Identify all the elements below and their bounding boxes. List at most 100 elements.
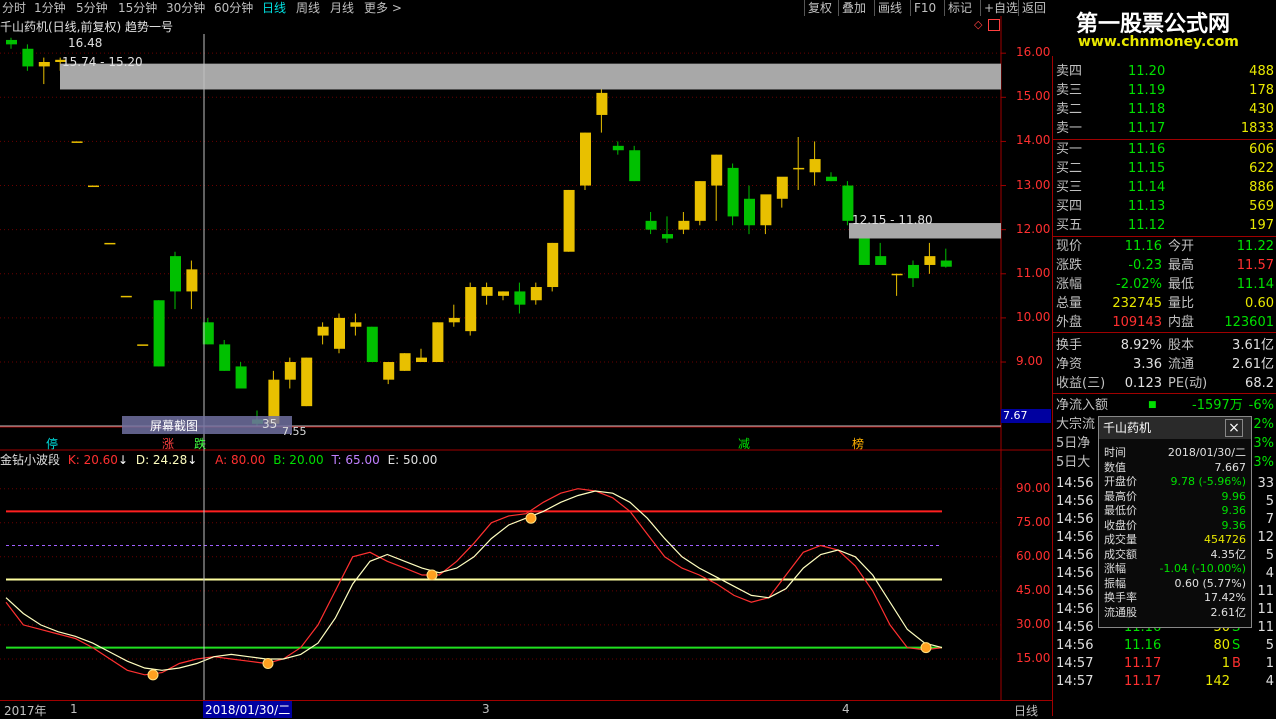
candle[interactable] — [498, 291, 509, 301]
candle[interactable] — [530, 282, 542, 305]
candle[interactable] — [334, 313, 345, 354]
candle[interactable] — [514, 282, 526, 314]
candle[interactable] — [120, 295, 132, 298]
tab-daily[interactable]: 日线 — [262, 0, 286, 16]
candle[interactable] — [858, 234, 870, 265]
ask-row[interactable]: 卖一 11.17 1833 — [1056, 119, 1274, 138]
candle[interactable] — [137, 344, 149, 346]
candle[interactable] — [383, 362, 395, 385]
candle[interactable] — [38, 57, 50, 85]
candle[interactable] — [284, 357, 296, 389]
close-icon[interactable]: × — [1225, 419, 1243, 437]
candle[interactable] — [776, 176, 788, 208]
candle[interactable] — [744, 185, 755, 235]
candle[interactable] — [793, 137, 805, 190]
marker-down[interactable]: 跌 — [194, 435, 206, 452]
candle[interactable] — [678, 212, 690, 235]
candle[interactable] — [153, 300, 165, 367]
tick-count: 11 — [1257, 602, 1274, 617]
data-popup: 千山药机 × 时间 2018/01/30/二 数值 7.667 开盘价 9.78 (-5.… — [1098, 416, 1252, 628]
bid-row[interactable]: 买三 11.14 886 — [1056, 178, 1274, 197]
tab-15min[interactable]: 15分钟 — [118, 0, 157, 16]
tab-60min[interactable]: 60分钟 — [214, 0, 253, 16]
candle[interactable] — [301, 357, 313, 407]
tab-weekly[interactable]: 周线 — [296, 0, 320, 16]
tab-30min[interactable]: 30分钟 — [166, 0, 205, 16]
ask-row[interactable]: 卖二 11.18 430 — [1056, 100, 1274, 119]
stat-label: 最高 — [1168, 258, 1195, 273]
candle[interactable] — [924, 242, 936, 274]
add-watchlist-button[interactable]: +自选 — [980, 0, 1021, 16]
candle[interactable] — [416, 348, 427, 363]
candle[interactable] — [563, 189, 575, 252]
candle[interactable] — [940, 248, 952, 268]
candle[interactable] — [71, 141, 83, 143]
candle[interactable] — [760, 194, 772, 235]
marker-up[interactable]: 涨 — [162, 435, 174, 452]
candle[interactable] — [170, 251, 181, 310]
candle[interactable] — [219, 339, 231, 371]
candle[interactable] — [448, 304, 460, 327]
kline-chart[interactable] — [0, 16, 1052, 716]
candle[interactable] — [465, 282, 477, 336]
marker-reduce[interactable]: 减 — [738, 435, 750, 452]
mark-button[interactable]: 标记 — [944, 0, 975, 16]
candle[interactable] — [104, 242, 116, 245]
candle[interactable] — [645, 212, 657, 235]
candle[interactable] — [826, 172, 837, 182]
back-button[interactable]: 返回 — [1018, 0, 1049, 16]
marker-list[interactable]: 榜 — [852, 435, 864, 452]
indicator-name[interactable]: 金钻小波段 — [0, 453, 60, 467]
popup-titlebar[interactable]: 千山药机 × — [1099, 417, 1251, 439]
candle[interactable] — [694, 181, 706, 226]
candle[interactable] — [662, 216, 673, 243]
tab-more[interactable]: 更多 > — [364, 0, 402, 16]
candle[interactable] — [88, 185, 99, 188]
f10-button[interactable]: F10 — [910, 0, 939, 16]
candle[interactable] — [711, 154, 723, 221]
candle[interactable] — [908, 260, 919, 288]
ask-row[interactable]: 卖三 11.19 178 — [1056, 81, 1274, 100]
bid-row[interactable]: 买二 11.15 622 — [1056, 159, 1274, 178]
tab-monthly[interactable]: 月线 — [330, 0, 354, 16]
overlay-button[interactable]: 叠加 — [838, 0, 869, 16]
stat-value: -2.02% — [1116, 277, 1162, 292]
tab-fenshi[interactable]: 分时 — [2, 0, 26, 16]
candle[interactable] — [612, 141, 624, 155]
bid-row[interactable]: 买一 11.16 606 — [1056, 140, 1274, 159]
bid-row[interactable]: 买四 11.13 569 — [1056, 197, 1274, 216]
popup-key: 开盘价 — [1104, 475, 1137, 488]
candle[interactable] — [481, 282, 493, 305]
diamond-icon[interactable]: ◇ — [974, 18, 982, 31]
ask-row[interactable]: 卖四 11.20 488 — [1056, 62, 1274, 81]
tab-1min[interactable]: 1分钟 — [34, 0, 66, 16]
candle[interactable] — [317, 322, 329, 345]
candle[interactable] — [727, 163, 739, 226]
candle[interactable] — [235, 362, 247, 389]
fuquan-button[interactable]: 复权 — [804, 0, 835, 16]
candle[interactable] — [366, 326, 378, 363]
bid-row[interactable]: 买五 11.12 197 — [1056, 216, 1274, 235]
candle-body — [809, 159, 821, 173]
candle[interactable] — [547, 242, 559, 292]
tick-time: 14:57 — [1056, 656, 1094, 671]
candle[interactable] — [580, 132, 591, 190]
window-toggle-icon[interactable] — [988, 19, 1000, 31]
tick-count: 4 — [1265, 566, 1274, 581]
candle[interactable] — [875, 242, 887, 265]
candle[interactable] — [596, 88, 608, 133]
candle[interactable] — [891, 273, 903, 296]
candle[interactable] — [186, 260, 198, 310]
candle[interactable] — [350, 313, 362, 336]
marker-halt[interactable]: 停 — [46, 435, 58, 452]
candle[interactable] — [22, 44, 34, 71]
tab-5min[interactable]: 5分钟 — [76, 0, 108, 16]
draw-line-button[interactable]: 画线 — [874, 0, 905, 16]
candle-body — [875, 256, 887, 265]
candle[interactable] — [809, 141, 821, 186]
candle[interactable] — [432, 322, 444, 363]
flow-label: 净流入额 — [1056, 398, 1109, 413]
candle[interactable] — [6, 37, 17, 49]
candle[interactable] — [629, 145, 641, 182]
candle[interactable] — [399, 353, 411, 371]
